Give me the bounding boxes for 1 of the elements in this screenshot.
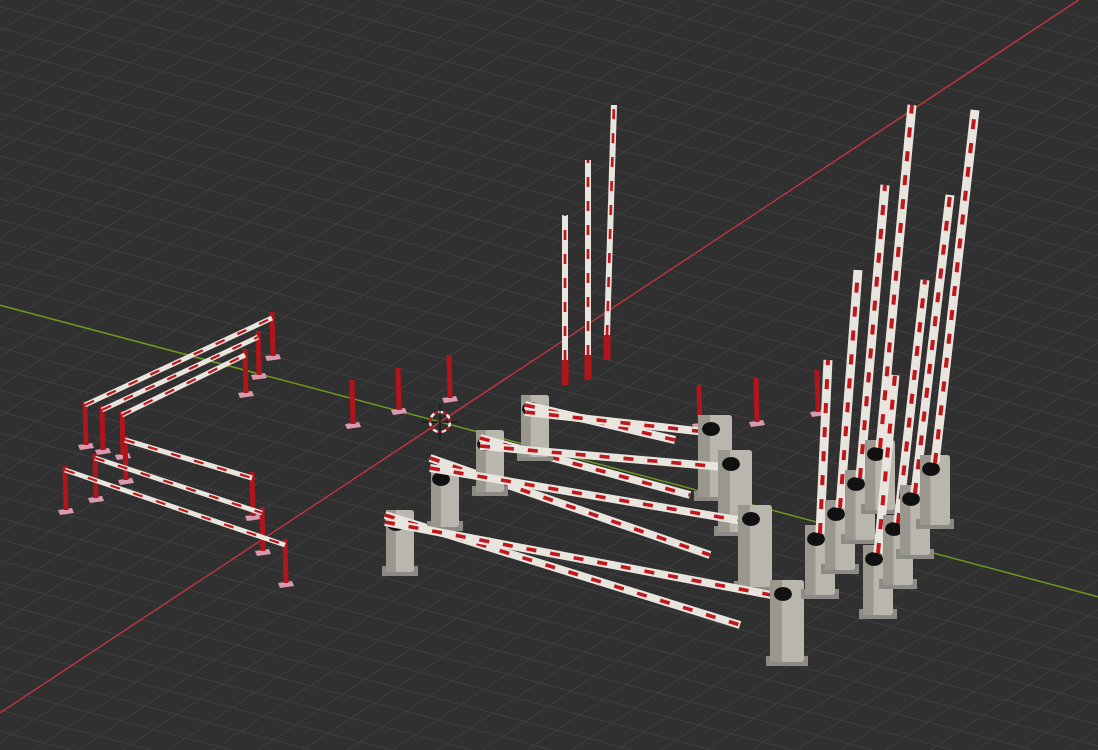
crosshair-icon	[421, 403, 459, 441]
